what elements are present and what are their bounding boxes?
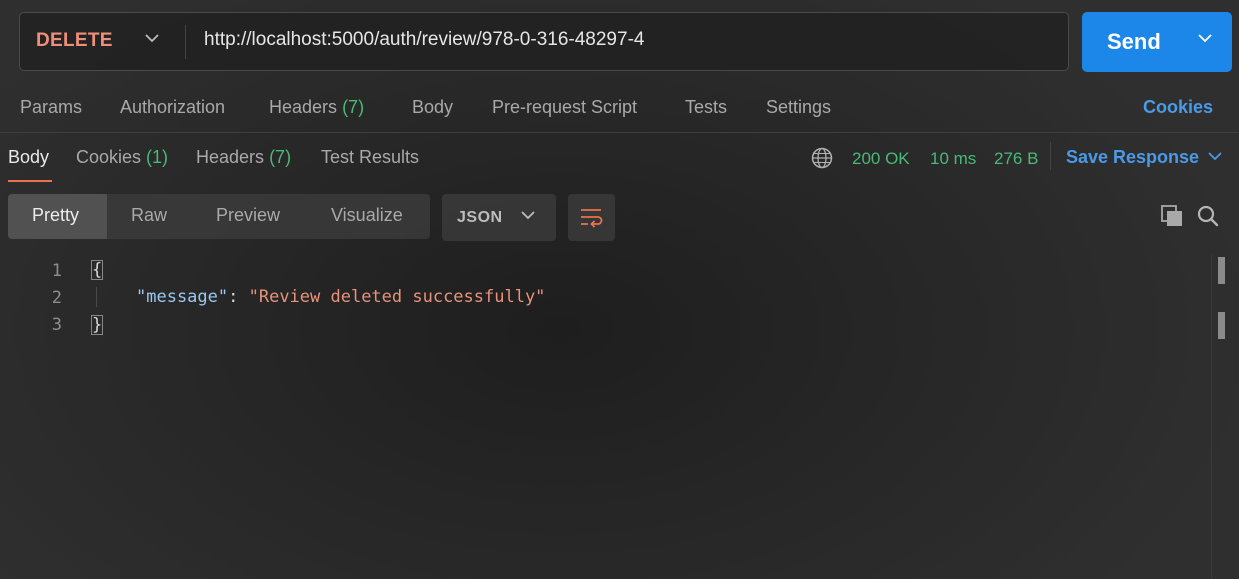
json-open-brace[interactable]: { — [90, 260, 104, 280]
line-number: 1 — [51, 261, 62, 281]
tab-settings[interactable]: Settings — [766, 97, 831, 118]
scrollbar-marker — [1218, 312, 1225, 339]
json-line[interactable]: "message": "Review deleted successfully" — [136, 287, 545, 307]
response-size[interactable]: 276 B — [994, 149, 1038, 169]
view-raw-button[interactable]: Raw — [131, 205, 167, 226]
active-tab-indicator — [8, 180, 52, 182]
save-response-button[interactable]: Save Response — [1066, 147, 1199, 168]
wrap-lines-icon[interactable] — [579, 206, 604, 228]
tab-authorization[interactable]: Authorization — [120, 97, 225, 118]
json-key: "message" — [136, 287, 229, 307]
count-badge: (7) — [269, 147, 292, 167]
divider — [1050, 142, 1051, 170]
view-visualize-button[interactable]: Visualize — [331, 205, 403, 226]
line-number: 2 — [51, 288, 62, 308]
tab-label: Headers — [196, 147, 265, 167]
json-string-value: "Review deleted successfully" — [248, 287, 546, 307]
scrollbar-marker — [1218, 257, 1225, 284]
divider — [0, 132, 1239, 133]
line-number: 3 — [51, 315, 62, 335]
url-input[interactable]: http://localhost:5000/auth/review/978-0-… — [204, 29, 644, 51]
view-pretty-button[interactable]: Pretty — [32, 205, 79, 226]
copy-icon[interactable] — [1160, 204, 1184, 228]
response-tab-body[interactable]: Body — [8, 147, 49, 168]
scrollbar-track[interactable] — [1211, 255, 1212, 579]
tab-prerequest-script[interactable]: Pre-request Script — [492, 97, 637, 118]
chevron-down-icon[interactable] — [521, 210, 535, 220]
globe-icon[interactable] — [811, 147, 833, 169]
tab-label: Cookies — [76, 147, 142, 167]
method-select[interactable]: DELETE — [36, 30, 113, 52]
response-tab-headers[interactable]: Headers (7) — [196, 147, 291, 168]
count-badge: (7) — [342, 97, 365, 117]
tab-body[interactable]: Body — [412, 97, 453, 118]
json-colon: : — [228, 287, 249, 307]
json-close-brace[interactable]: } — [90, 315, 104, 335]
view-preview-button[interactable]: Preview — [216, 205, 280, 226]
indent-guide — [96, 287, 97, 307]
tab-tests[interactable]: Tests — [685, 97, 727, 118]
count-badge: (1) — [146, 147, 169, 167]
response-time[interactable]: 10 ms — [930, 149, 976, 169]
send-button-label[interactable]: Send — [1107, 29, 1161, 55]
status-code[interactable]: 200 OK — [852, 149, 910, 169]
chevron-down-icon[interactable] — [1198, 33, 1212, 43]
tab-label: Headers — [269, 97, 338, 117]
url-divider — [185, 25, 186, 59]
format-select-label[interactable]: JSON — [457, 209, 503, 227]
chevron-down-icon[interactable] — [145, 33, 159, 43]
response-tab-cookies[interactable]: Cookies (1) — [76, 147, 168, 168]
chevron-down-icon[interactable] — [1208, 151, 1222, 161]
tab-params[interactable]: Params — [20, 97, 82, 118]
tab-headers[interactable]: Headers (7) — [269, 97, 364, 118]
cookies-link[interactable]: Cookies — [1143, 97, 1213, 118]
response-tab-test-results[interactable]: Test Results — [321, 147, 419, 168]
search-icon[interactable] — [1196, 204, 1220, 228]
